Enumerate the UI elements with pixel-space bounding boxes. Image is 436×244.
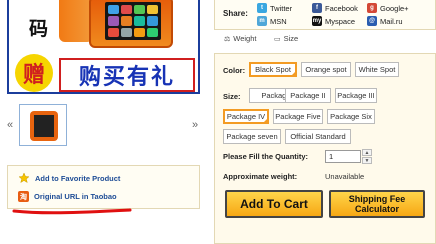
size-option-package-six[interactable]: Package Six bbox=[327, 109, 375, 124]
weight-label: Approximate weight: bbox=[223, 172, 298, 181]
share-msn-label: MSN bbox=[270, 16, 287, 26]
size-option-official-standard[interactable]: Official Standard bbox=[285, 129, 351, 144]
quantity-increase-icon[interactable]: ▲ bbox=[362, 149, 372, 156]
product-page: 码 赠 购买有礼 « » Add to Favorite Product 淘 O… bbox=[0, 0, 436, 244]
share-twitter-label: Twitter bbox=[270, 3, 293, 13]
googleplus-icon: g bbox=[367, 3, 377, 13]
color-option-orange-spot[interactable]: Orange spot bbox=[301, 62, 351, 77]
thumbnail-strip: « » bbox=[7, 104, 200, 148]
add-favorite-link[interactable]: Add to Favorite Product bbox=[18, 172, 120, 184]
size-option-package-iii[interactable]: Package III bbox=[335, 88, 377, 103]
red-underline-mark bbox=[12, 208, 132, 215]
shipping-fee-line1: Shipping Fee bbox=[348, 194, 406, 204]
phone-app-grid bbox=[108, 5, 158, 37]
myspace-icon: my bbox=[312, 16, 322, 26]
share-googleplus-label: Google+ bbox=[380, 3, 409, 13]
mailru-icon: @ bbox=[367, 16, 377, 26]
share-googleplus[interactable]: g Google+ bbox=[367, 3, 409, 13]
taobao-icon: 淘 bbox=[18, 191, 29, 202]
tab-weight-label: Weight bbox=[233, 34, 257, 43]
msn-icon: m bbox=[257, 16, 267, 26]
options-panel: Color: Black Spot Orange spot White Spot… bbox=[214, 53, 436, 244]
tab-weight[interactable]: ⚖ Weight bbox=[224, 34, 257, 43]
share-facebook[interactable]: f Facebook bbox=[312, 3, 358, 13]
color-option-white-spot[interactable]: White Spot bbox=[355, 62, 399, 77]
color-option-black-spot[interactable]: Black Spot bbox=[249, 62, 297, 77]
facebook-icon: f bbox=[312, 3, 322, 13]
gift-badge: 赠 bbox=[15, 54, 53, 92]
weight-icon: ⚖ bbox=[224, 35, 231, 43]
shipping-fee-line2: Calculator bbox=[354, 204, 399, 214]
size-option-package-seven[interactable]: Package seven bbox=[223, 129, 281, 144]
tab-size-label: Size bbox=[283, 34, 299, 43]
promo-banner: 购买有礼 bbox=[59, 58, 195, 92]
tab-size[interactable]: ▭ Size bbox=[274, 34, 298, 43]
add-to-cart-button[interactable]: Add To Cart bbox=[225, 190, 323, 218]
image-char-top: 码 bbox=[29, 18, 49, 40]
share-msn[interactable]: m MSN bbox=[257, 16, 287, 26]
thumbnail-item[interactable] bbox=[19, 104, 67, 146]
share-facebook-label: Facebook bbox=[325, 3, 358, 13]
weight-value: Unavailable bbox=[325, 172, 365, 181]
quantity-input[interactable]: 1 bbox=[325, 150, 361, 163]
color-label: Color: bbox=[223, 66, 246, 75]
info-tabs: ⚖ Weight ▭ Size bbox=[214, 33, 436, 47]
thumb-prev-icon[interactable]: « bbox=[7, 119, 13, 131]
size-label: Size: bbox=[223, 92, 241, 101]
share-label: Share: bbox=[223, 9, 248, 18]
share-twitter[interactable]: t Twitter bbox=[257, 3, 292, 13]
shipping-fee-calculator-button[interactable]: Shipping Fee Calculator bbox=[329, 190, 425, 218]
share-myspace[interactable]: my Myspace bbox=[312, 16, 355, 26]
ruler-icon: ▭ bbox=[274, 35, 281, 43]
favorites-box: Add to Favorite Product 淘 Original URL i… bbox=[7, 165, 200, 209]
share-myspace-label: Myspace bbox=[325, 16, 356, 26]
thumb-next-icon[interactable]: » bbox=[192, 119, 198, 131]
size-option-package-five[interactable]: Package Five bbox=[273, 109, 323, 124]
product-main-image[interactable]: 码 赠 购买有礼 bbox=[7, 0, 200, 94]
original-url-link[interactable]: 淘 Original URL in Taobao bbox=[18, 191, 117, 202]
share-mailru[interactable]: @ Mail.ru bbox=[367, 16, 403, 26]
star-icon bbox=[18, 172, 30, 184]
phone-back-image bbox=[59, 0, 93, 42]
share-mailru-label: Mail.ru bbox=[380, 16, 403, 26]
add-favorite-label: Add to Favorite Product bbox=[35, 173, 121, 183]
quantity-decrease-icon[interactable]: ▼ bbox=[362, 157, 372, 164]
thumbnail-image bbox=[22, 107, 64, 143]
quantity-label: Please Fill the Quantity: bbox=[223, 152, 309, 161]
original-url-label: Original URL in Taobao bbox=[34, 192, 117, 201]
twitter-icon: t bbox=[257, 3, 267, 13]
phone-front-image bbox=[89, 0, 173, 48]
share-box: Share: t Twitter f Facebook g Google+ m … bbox=[214, 0, 436, 30]
size-option-package-ii[interactable]: Package II bbox=[285, 88, 331, 103]
size-option-package-iv[interactable]: Package IV bbox=[223, 109, 269, 124]
